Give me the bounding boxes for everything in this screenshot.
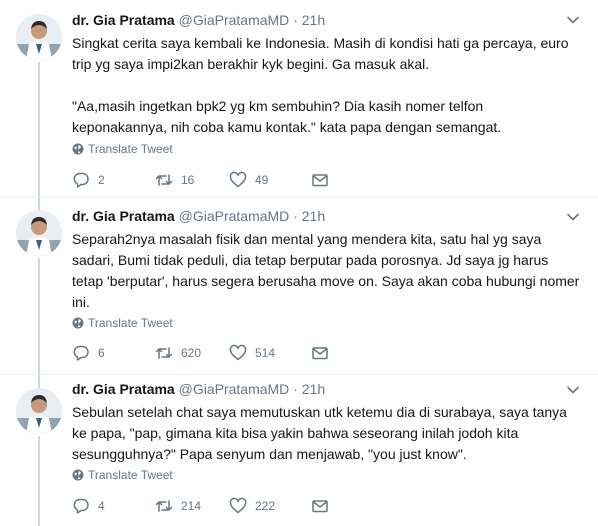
user-handle[interactable]: @GiaPratamaMD: [179, 208, 290, 224]
tweet[interactable]: dr. Gia Pratama @GiaPratamaMD · 21h Sebu…: [0, 374, 598, 526]
separator-dot: ·: [293, 381, 298, 397]
separator-dot: ·: [293, 12, 298, 28]
display-name[interactable]: dr. Gia Pratama: [72, 381, 175, 397]
chevron-down-icon[interactable]: [566, 210, 580, 224]
tweet[interactable]: dr. Gia Pratama @GiaPratamaMD · 21h Sing…: [0, 0, 598, 196]
retweet-count: 16: [181, 173, 195, 187]
retweet-button[interactable]: 620: [155, 343, 229, 363]
avatar[interactable]: [16, 14, 62, 60]
heart-icon: [229, 344, 247, 361]
translate-tweet-link[interactable]: Translate Tweet: [72, 315, 173, 331]
reply-button[interactable]: 2: [72, 170, 155, 190]
reply-count: 6: [98, 346, 105, 360]
translate-tweet-link[interactable]: Translate Tweet: [72, 141, 173, 157]
like-button[interactable]: 49: [229, 170, 311, 190]
timestamp[interactable]: 21h: [302, 381, 325, 397]
tweet-actions: 4 214 222: [72, 496, 329, 516]
globe-icon: [72, 143, 84, 155]
retweet-icon: [155, 347, 173, 359]
like-button[interactable]: 514: [229, 343, 311, 363]
tweet-header: dr. Gia Pratama @GiaPratamaMD · 21h: [72, 206, 325, 226]
reply-button[interactable]: 6: [72, 343, 155, 363]
retweet-button[interactable]: 214: [155, 496, 229, 516]
tweet-actions: 6 620 514: [72, 343, 329, 363]
tweet[interactable]: dr. Gia Pratama @GiaPratamaMD · 21h Sepa…: [0, 196, 598, 374]
avatar[interactable]: [16, 388, 62, 434]
heart-icon: [229, 497, 247, 514]
user-handle[interactable]: @GiaPratamaMD: [179, 381, 290, 397]
retweet-icon: [155, 500, 173, 512]
tweet-header: dr. Gia Pratama @GiaPratamaMD · 21h: [72, 379, 325, 399]
envelope-icon: [312, 347, 328, 360]
retweet-count: 620: [181, 346, 202, 360]
direct-message-button[interactable]: [311, 496, 329, 516]
tweet-text: Singkat cerita saya kembali ke Indonesia…: [72, 35, 569, 135]
reply-icon: [73, 345, 89, 361]
timestamp[interactable]: 21h: [302, 208, 325, 224]
reply-count: 4: [98, 499, 105, 513]
translate-label: Translate Tweet: [88, 468, 173, 482]
chevron-down-icon[interactable]: [566, 383, 580, 397]
like-count: 222: [255, 499, 276, 513]
tweet-thread: dr. Gia Pratama @GiaPratamaMD · 21h Sing…: [0, 0, 598, 526]
translate-label: Translate Tweet: [88, 316, 173, 330]
reply-icon: [73, 172, 89, 188]
reply-button[interactable]: 4: [72, 496, 155, 516]
separator-dot: ·: [293, 208, 298, 224]
reply-count: 2: [98, 173, 105, 187]
retweet-button[interactable]: 16: [155, 170, 229, 190]
timestamp[interactable]: 21h: [302, 12, 325, 28]
chevron-down-icon[interactable]: [566, 13, 580, 27]
globe-icon: [72, 469, 84, 481]
reply-icon: [73, 498, 89, 514]
display-name[interactable]: dr. Gia Pratama: [72, 208, 175, 224]
like-button[interactable]: 222: [229, 496, 311, 516]
tweet-text: Separah2nya masalah fisik dan mental yan…: [72, 231, 584, 310]
tweet-actions: 2 16 49: [72, 170, 329, 190]
direct-message-button[interactable]: [311, 170, 329, 190]
avatar[interactable]: [16, 210, 62, 256]
direct-message-button[interactable]: [311, 343, 329, 363]
retweet-count: 214: [181, 499, 202, 513]
heart-icon: [229, 171, 247, 188]
translate-label: Translate Tweet: [88, 142, 173, 156]
like-count: 49: [255, 173, 269, 187]
tweet-text: Sebulan setelah chat saya memutuskan utk…: [72, 404, 571, 462]
retweet-icon: [155, 174, 173, 186]
globe-icon: [72, 317, 84, 329]
user-handle[interactable]: @GiaPratamaMD: [179, 12, 290, 28]
envelope-icon: [312, 174, 328, 187]
translate-tweet-link[interactable]: Translate Tweet: [72, 467, 173, 483]
like-count: 514: [255, 346, 276, 360]
tweet-header: dr. Gia Pratama @GiaPratamaMD · 21h: [72, 10, 325, 30]
display-name[interactable]: dr. Gia Pratama: [72, 12, 175, 28]
envelope-icon: [312, 500, 328, 513]
